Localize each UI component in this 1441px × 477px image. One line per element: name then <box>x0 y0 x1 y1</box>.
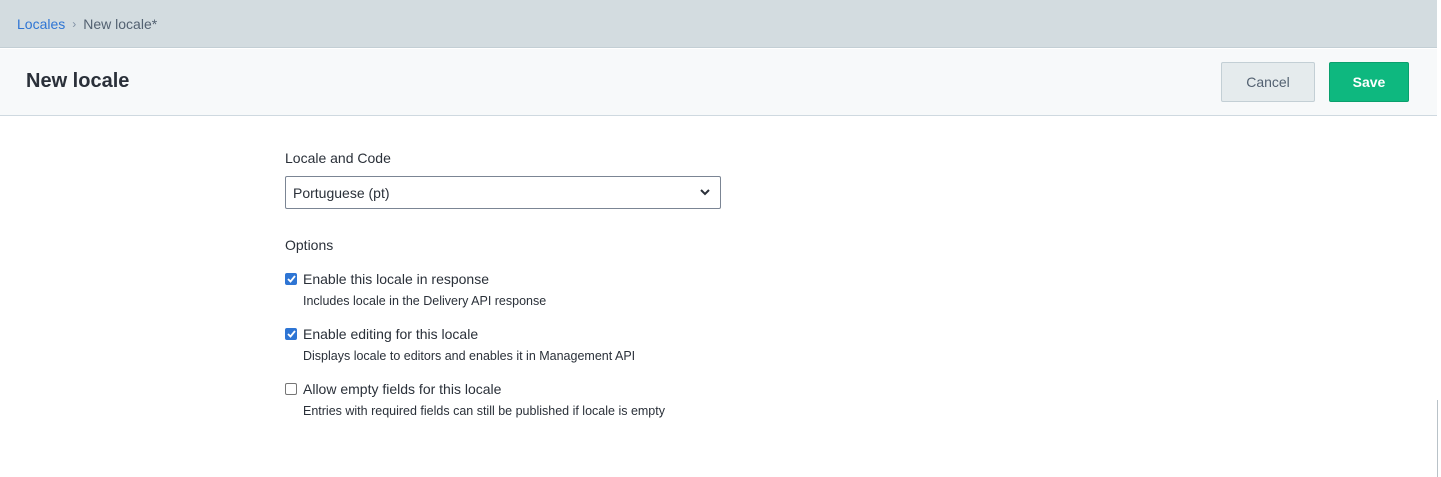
locale-select-value: Portuguese (pt) <box>293 184 390 201</box>
allow-empty-checkbox[interactable] <box>285 383 297 395</box>
checkmark-icon <box>286 330 296 338</box>
breadcrumb-current: New locale* <box>83 15 158 32</box>
locale-form: Locale and Code Portuguese (pt) Options … <box>285 150 725 418</box>
option-title: Allow empty fields for this locale <box>303 381 502 397</box>
breadcrumb-separator-icon: › <box>72 16 77 31</box>
page-title: New locale <box>26 70 130 92</box>
enable-editing-checkbox[interactable] <box>285 328 297 340</box>
enable-response-checkbox[interactable] <box>285 273 297 285</box>
cancel-button[interactable]: Cancel <box>1221 62 1315 102</box>
options-label: Options <box>285 237 334 253</box>
scrollbar[interactable] <box>1437 400 1441 477</box>
option-description: Entries with required fields can still b… <box>303 404 665 418</box>
option-description: Displays locale to editors and enables i… <box>303 349 636 363</box>
breadcrumb-locales-link[interactable]: Locales <box>17 16 65 32</box>
checkmark-icon <box>286 275 296 283</box>
save-button[interactable]: Save <box>1329 62 1409 102</box>
option-enable-response: Enable this locale in response Includes … <box>285 271 725 308</box>
breadcrumb-bar: Locales › New locale* <box>0 0 1437 48</box>
locale-select[interactable]: Portuguese (pt) <box>285 176 721 209</box>
option-title: Enable this locale in response <box>303 271 490 287</box>
chevron-down-icon <box>700 188 710 198</box>
option-allow-empty: Allow empty fields for this locale Entri… <box>285 381 725 418</box>
page-header: New locale Cancel Save <box>0 49 1437 116</box>
option-description: Includes locale in the Delivery API resp… <box>303 294 547 308</box>
locale-and-code-label: Locale and Code <box>285 150 391 166</box>
option-title: Enable editing for this locale <box>303 326 479 342</box>
option-enable-editing: Enable editing for this locale Displays … <box>285 326 725 363</box>
